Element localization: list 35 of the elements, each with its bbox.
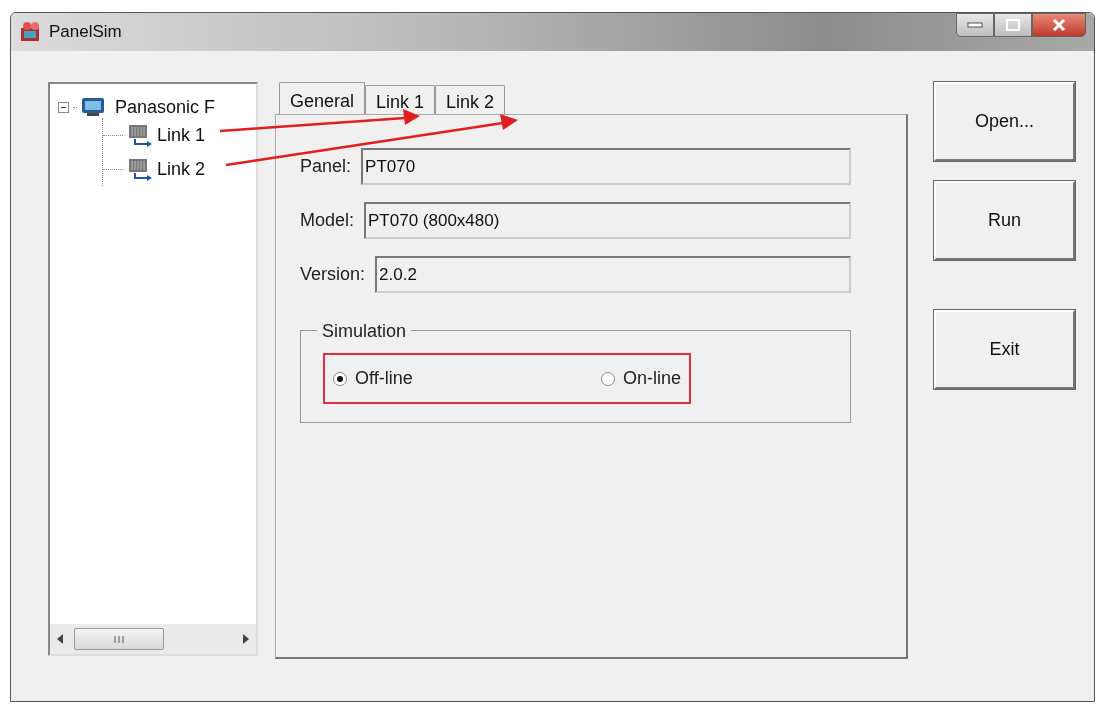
minimize-icon xyxy=(967,22,983,28)
text-field[interactable]: PT070 (800x480) xyxy=(364,202,851,239)
grip-icon xyxy=(114,635,124,643)
horizontal-scrollbar[interactable] xyxy=(50,624,256,654)
field-label: Version: xyxy=(300,263,366,286)
field-label: Panel: xyxy=(300,155,352,178)
module-icon xyxy=(127,157,153,181)
scrollbar-thumb[interactable] xyxy=(74,628,164,650)
push-button[interactable]: Open... xyxy=(934,82,1075,161)
maximize-icon xyxy=(1006,19,1020,31)
text-field[interactable]: PT070 xyxy=(361,148,851,185)
tab[interactable]: General xyxy=(279,82,366,114)
text-field[interactable]: 2.0.2 xyxy=(375,256,851,293)
close-button[interactable] xyxy=(1032,13,1086,37)
radio-option[interactable]: Off-line xyxy=(333,365,413,392)
scroll-left-icon[interactable] xyxy=(56,634,64,644)
radio-button[interactable] xyxy=(333,371,347,386)
tree-item[interactable]: Link 1 xyxy=(157,121,206,149)
scroll-right-icon[interactable] xyxy=(242,634,250,644)
tab[interactable]: Link 2 xyxy=(435,85,506,114)
push-button[interactable]: Exit xyxy=(934,310,1075,389)
field-label: Model: xyxy=(300,209,355,232)
radio-button[interactable] xyxy=(600,371,615,386)
radio-option[interactable]: On-line xyxy=(600,365,681,392)
tree-item[interactable]: Link 2 xyxy=(157,155,206,183)
push-button[interactable]: Run xyxy=(934,181,1075,260)
minimize-button[interactable] xyxy=(956,13,994,37)
tree-item[interactable]: Panasonic F xyxy=(115,93,216,121)
module-icon xyxy=(127,123,153,147)
maximize-button[interactable] xyxy=(994,13,1032,37)
tab[interactable]: Link 1 xyxy=(365,85,436,114)
expander-icon[interactable] xyxy=(58,101,69,113)
close-icon xyxy=(1052,18,1066,32)
window-title: PanelSim xyxy=(49,21,122,44)
monitor-icon xyxy=(81,97,105,117)
